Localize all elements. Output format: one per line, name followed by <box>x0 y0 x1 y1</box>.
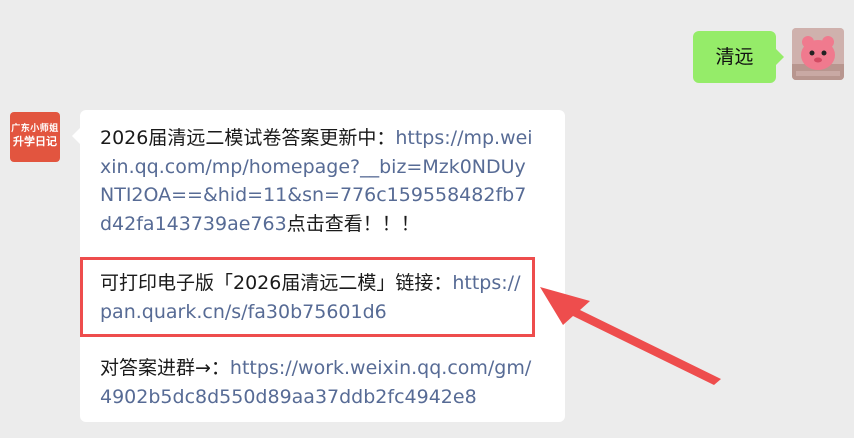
pointer-arrow <box>540 287 721 385</box>
